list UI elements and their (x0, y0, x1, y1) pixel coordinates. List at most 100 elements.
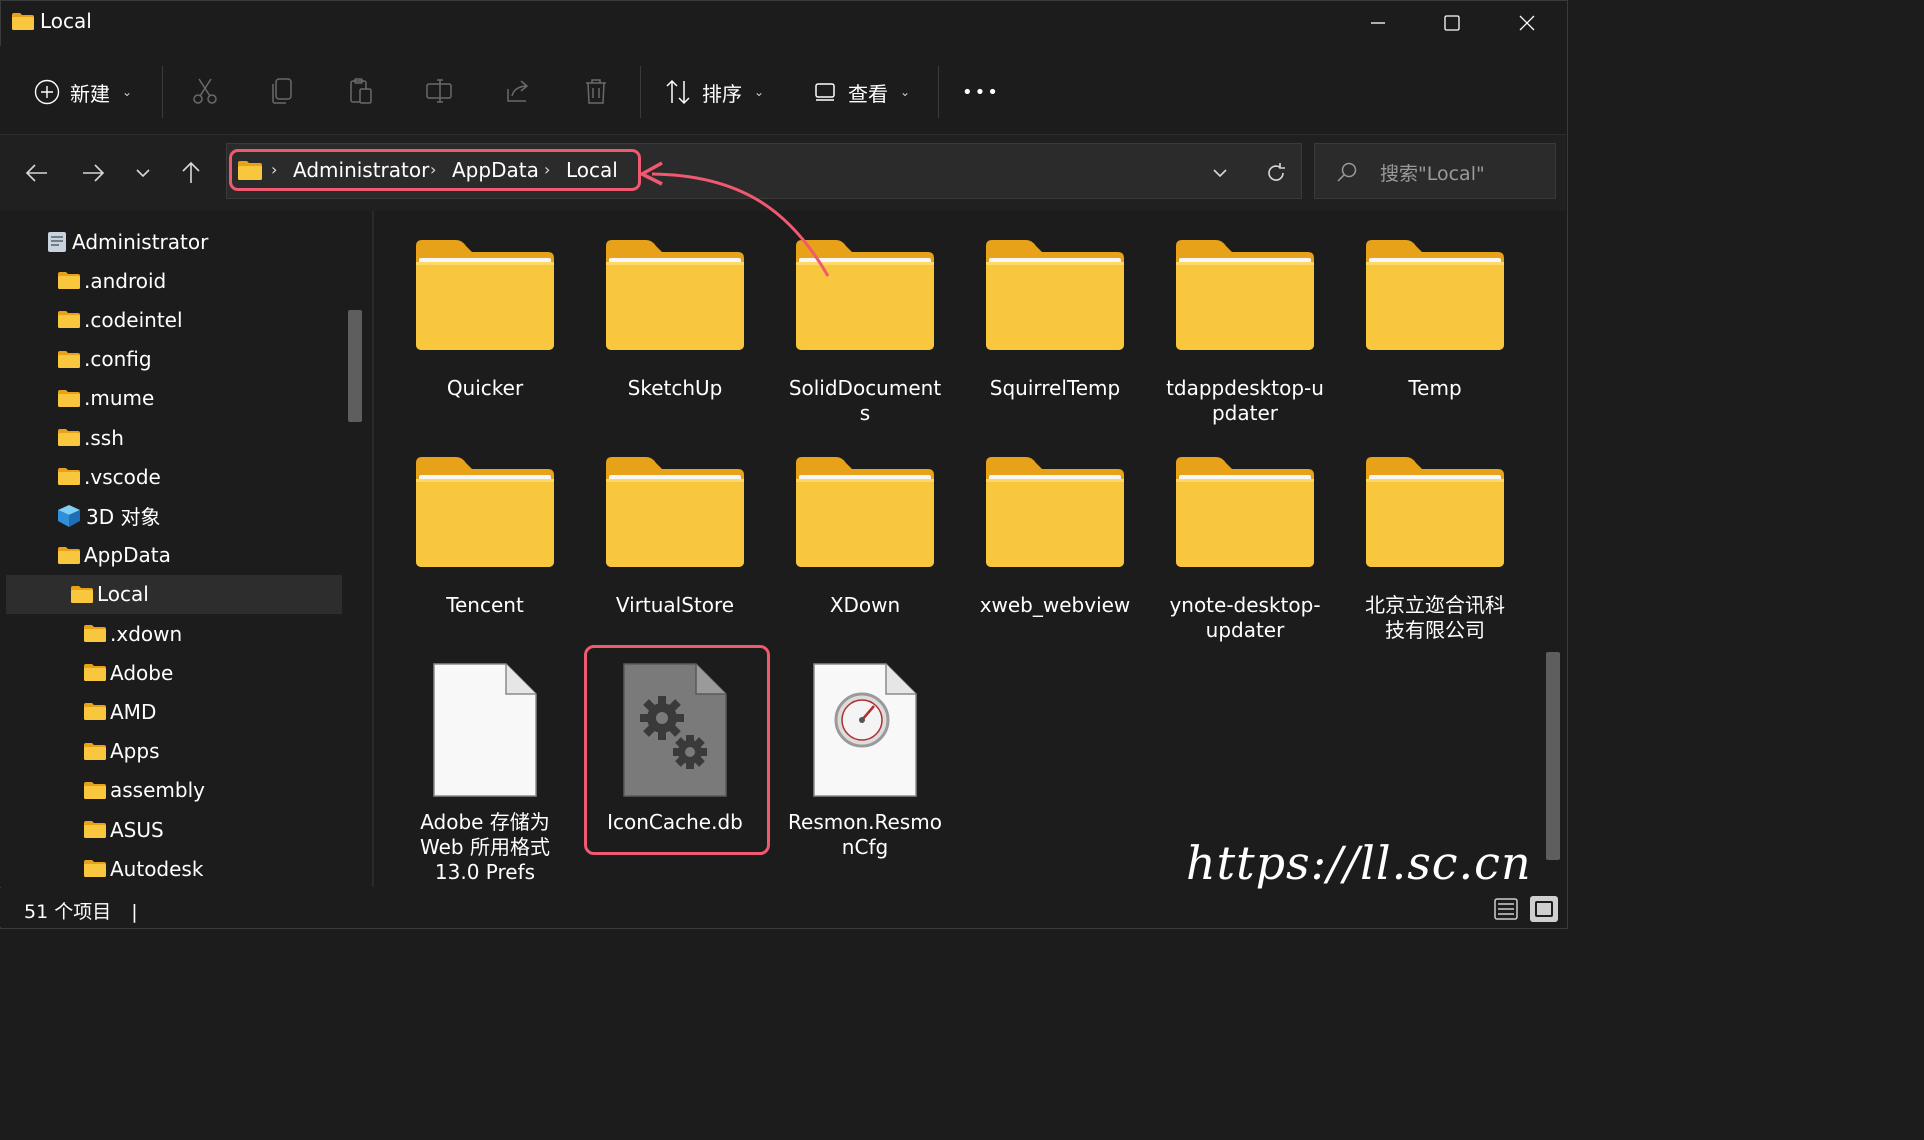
folder-icon (12, 13, 34, 30)
maximize-button[interactable] (1415, 0, 1489, 46)
folder-icon (416, 455, 554, 571)
folder-icon (71, 585, 97, 603)
folder-icon (84, 664, 110, 682)
address-dropdown-button[interactable] (1205, 158, 1235, 188)
folder-icon (986, 238, 1124, 354)
item-label: XDown (829, 593, 901, 617)
sidebar-item-codeintel[interactable]: .codeintel (0, 300, 342, 339)
folder-icon (84, 625, 110, 642)
close-icon (1519, 15, 1535, 31)
recent-locations-button[interactable] (128, 158, 158, 188)
blank-file-icon (432, 662, 538, 802)
sidebar-scrollbar[interactable] (348, 310, 362, 422)
sort-icon (666, 79, 690, 105)
resmon-config-file-icon (812, 662, 918, 802)
delete-button[interactable] (581, 76, 611, 106)
large-icons-view-icon (1535, 901, 1553, 917)
share-button[interactable] (503, 76, 533, 106)
scissors-icon (193, 78, 217, 104)
sidebar-item-label: .vscode (84, 464, 161, 489)
sidebar-item-label: AppData (84, 543, 171, 568)
refresh-button[interactable] (1261, 158, 1291, 188)
more-options-button[interactable]: ••• (962, 66, 1000, 118)
item-label: ynote-desktop- updater (1169, 593, 1321, 642)
folder-icon (84, 742, 110, 760)
copy-button[interactable] (268, 76, 298, 106)
folder-icon (58, 468, 84, 486)
sidebar-item-adobe[interactable]: Adobe (0, 653, 342, 692)
sidebar-item-label: Autodesk (110, 856, 204, 881)
sidebar-item-xdown[interactable]: .xdown (0, 614, 342, 653)
toolbar-divider (162, 66, 163, 118)
cut-button[interactable] (190, 76, 220, 106)
sidebar-item-assembly[interactable]: assembly (0, 771, 342, 810)
folder-icon (84, 860, 110, 878)
details-view-button[interactable] (1492, 896, 1520, 922)
minimize-icon (1371, 22, 1385, 24)
item-label: VirtualStore (615, 593, 735, 617)
sidebar-item-3d[interactable]: 3D 对象 (0, 496, 342, 535)
folder-icon (58, 429, 84, 446)
trash-icon (586, 79, 606, 104)
sidebar-item-local[interactable]: Local (6, 574, 342, 614)
annotation-arrow-icon (640, 161, 830, 277)
close-button[interactable] (1490, 0, 1564, 46)
sidebar-item-label: .mume (84, 386, 155, 411)
folder-icon (58, 272, 84, 290)
folder-icon (796, 455, 934, 571)
sidebar-item-apps[interactable]: Apps (0, 732, 342, 771)
folder-icon (606, 455, 744, 571)
back-button[interactable] (22, 158, 52, 188)
arrow-left-icon (25, 164, 47, 182)
plus-circle-icon (34, 79, 60, 105)
chevron-down-icon: ⌄ (900, 85, 911, 99)
more-icon: ••• (962, 81, 1000, 103)
sidebar-item-label: .ssh (84, 425, 124, 450)
folder-icon (84, 821, 110, 838)
up-button[interactable] (176, 158, 206, 188)
arrow-up-icon (182, 161, 200, 183)
large-icons-view-button[interactable] (1530, 896, 1558, 922)
sidebar-item-config[interactable]: .config (0, 340, 342, 379)
sidebar-item-label: .xdown (110, 621, 183, 646)
new-button[interactable]: 新建 ⌄ (34, 66, 132, 118)
search-placeholder[interactable]: 搜索"Local" (1380, 159, 1485, 186)
sidebar-item-label: Apps (110, 739, 160, 764)
sidebar-item-asus[interactable]: ASUS (0, 810, 342, 849)
sidebar-item-label: Adobe (110, 660, 174, 685)
chevron-down-icon (1213, 169, 1227, 178)
folder-icon (58, 389, 84, 407)
view-button[interactable]: 查看 ⌄ (814, 66, 910, 118)
item-label: SketchUp (627, 376, 723, 400)
item-label: tdappdesktop-u pdater (1166, 376, 1324, 425)
clipboard-icon (350, 78, 372, 104)
content-scrollbar[interactable] (1546, 652, 1560, 860)
sidebar-item-autodesk[interactable]: Autodesk (0, 849, 342, 888)
pane-divider[interactable] (372, 211, 374, 887)
folder-icon (416, 238, 554, 354)
forward-button[interactable] (78, 158, 108, 188)
rename-button[interactable] (424, 76, 454, 106)
sidebar-item-ssh[interactable]: .ssh (0, 418, 342, 457)
sidebar-item-label: Local (97, 582, 149, 607)
sidebar-item-administrator[interactable]: Administrator (0, 222, 342, 261)
item-count: 51 个项目 | (24, 897, 138, 924)
sort-button[interactable]: 排序 ⌄ (664, 66, 764, 118)
toolbar-divider (640, 66, 641, 118)
folder-icon (58, 311, 84, 329)
status-separator: | (131, 901, 138, 923)
item-label: Adobe 存储为 Web 所用格式 13.0 Prefs (420, 810, 550, 884)
sidebar-item-label: AMD (110, 699, 157, 724)
sidebar-item-mume[interactable]: .mume (0, 379, 342, 418)
sidebar-item-label: assembly (110, 778, 205, 803)
sidebar-item-label: .codeintel (84, 307, 183, 332)
sidebar-item-amd[interactable]: AMD (0, 692, 342, 731)
sidebar-item-vscode[interactable]: .vscode (0, 457, 342, 496)
sidebar-item-appdata[interactable]: AppData (0, 536, 342, 575)
minimize-button[interactable] (1341, 0, 1415, 46)
sidebar-item-label: 3D 对象 (86, 505, 161, 530)
maximize-icon (1444, 15, 1460, 31)
paste-button[interactable] (346, 76, 376, 106)
window-title: Local (40, 9, 92, 33)
sidebar-item-android[interactable]: .android (0, 261, 342, 300)
